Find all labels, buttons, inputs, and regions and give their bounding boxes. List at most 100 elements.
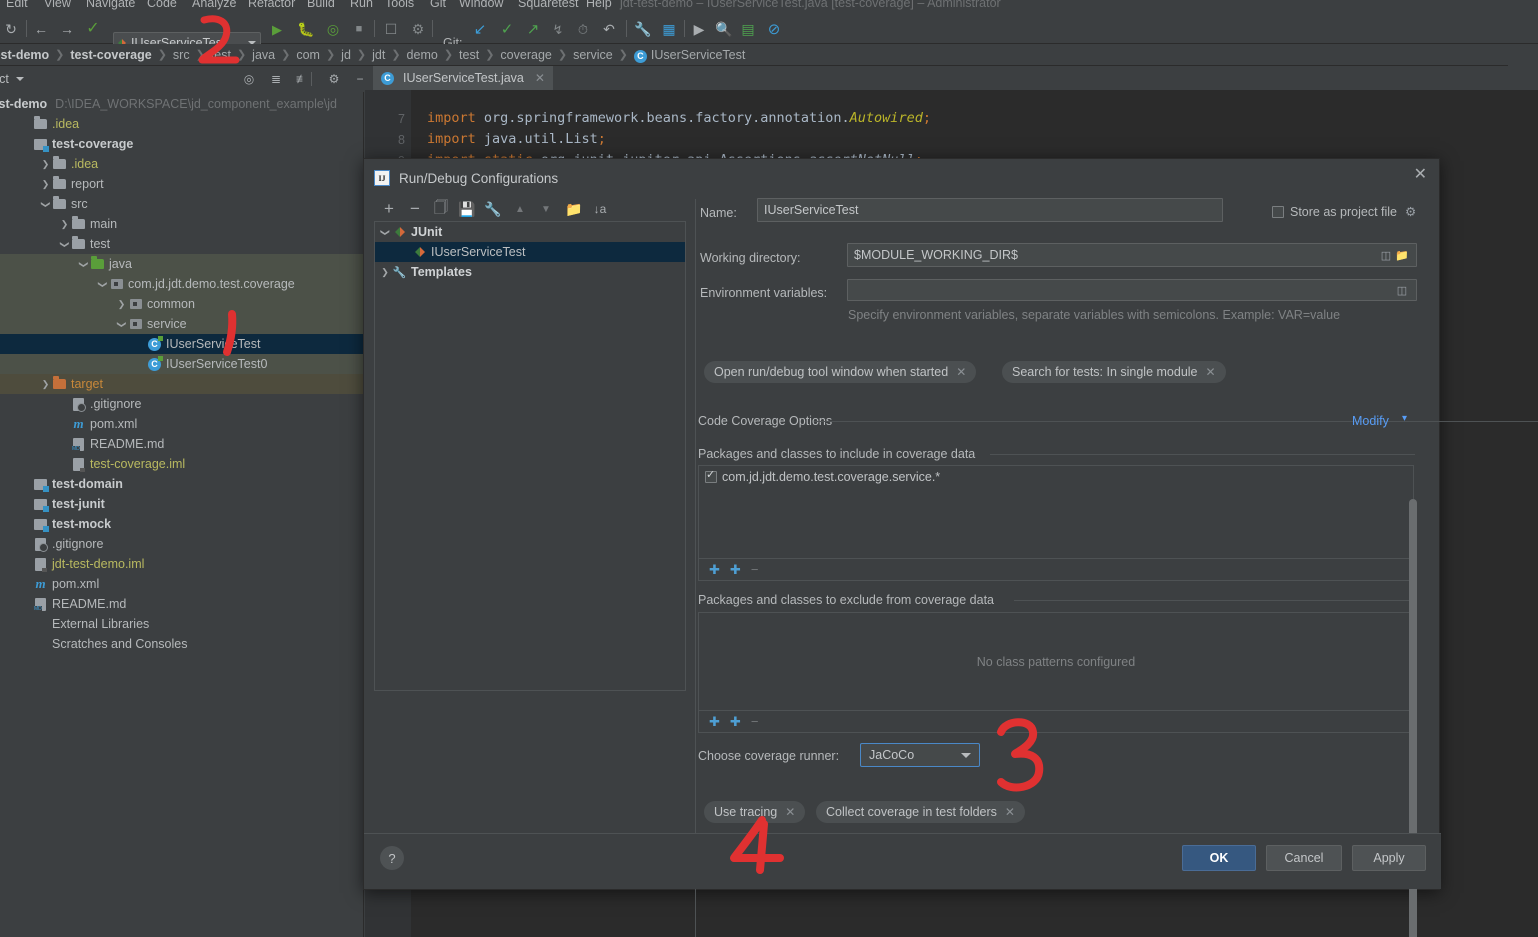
- close-icon[interactable]: ✕: [956, 365, 966, 379]
- breadcrumb-item[interactable]: java: [252, 48, 275, 62]
- tree-row-iuserservicetest0[interactable]: C IUserServiceTest0: [0, 354, 364, 374]
- include-patterns-list[interactable]: com.jd.jdt.demo.test.coverage.service.*: [698, 465, 1414, 559]
- branch-icon[interactable]: ↯: [549, 20, 567, 38]
- environment-variables-field[interactable]: ◫: [847, 279, 1417, 301]
- browse-folder-icon[interactable]: 📁: [1394, 249, 1410, 262]
- chevron-down-icon[interactable]: ▾: [1402, 413, 1407, 424]
- working-directory-field[interactable]: $MODULE_WORKING_DIR$ ◫ 📁: [847, 243, 1417, 267]
- push-icon[interactable]: ↗: [524, 20, 542, 38]
- copy-icon[interactable]: 🗍: [431, 199, 451, 219]
- tree-row-report[interactable]: ❯ report: [0, 174, 364, 194]
- rollback-icon[interactable]: ↶: [600, 20, 618, 38]
- tree-row-test-coverage-iml[interactable]: test-coverage.iml: [0, 454, 364, 474]
- cancel-button[interactable]: Cancel: [1266, 845, 1342, 871]
- search-icon[interactable]: 🔍: [715, 20, 733, 38]
- tree-row--gitignore[interactable]: .gitignore: [0, 394, 364, 414]
- breadcrumb-item[interactable]: jdt: [372, 48, 385, 62]
- breadcrumb-item[interactable]: test: [211, 48, 231, 62]
- chevron-right-icon[interactable]: ❯: [40, 159, 51, 170]
- move-up-icon[interactable]: ▲: [510, 199, 530, 219]
- checkbox-box[interactable]: [705, 468, 717, 483]
- checkbox-box[interactable]: [1272, 205, 1284, 218]
- squaretest-icon[interactable]: ▤: [739, 20, 757, 38]
- chevron-down-icon[interactable]: ❯: [380, 224, 391, 240]
- remove-icon[interactable]: −: [751, 714, 759, 729]
- tree-row-scratches-and-consoles[interactable]: Scratches and Consoles: [0, 634, 364, 654]
- breadcrumb-item[interactable]: C IUserServiceTest: [633, 48, 745, 63]
- tree-row-common[interactable]: ❯ common: [0, 294, 364, 314]
- config-row-iuserservicetest[interactable]: IUserServiceTest: [375, 242, 685, 262]
- tree-row-test-coverage[interactable]: test-coverage: [0, 134, 364, 154]
- run-with-coverage-icon[interactable]: ◎: [324, 20, 342, 38]
- chevron-right-icon[interactable]: ❯: [40, 379, 51, 390]
- config-row-templates[interactable]: ❯ 🔧 Templates: [375, 262, 685, 282]
- device-manager-icon[interactable]: ⚙: [409, 20, 427, 38]
- breadcrumb-item[interactable]: com: [296, 48, 320, 62]
- chevron-down-icon[interactable]: ❯: [40, 199, 51, 210]
- tree-row-readme-md[interactable]: README.md: [0, 594, 364, 614]
- menu-item-analyze[interactable]: Analyze: [192, 0, 236, 10]
- editor-tab-iuserservicetest[interactable]: C IUserServiceTest.java ✕: [373, 66, 553, 90]
- update-project-icon[interactable]: ↙: [471, 20, 489, 38]
- phone-icon[interactable]: ☐: [382, 20, 400, 38]
- menu-item-refactor[interactable]: Refactor: [248, 0, 295, 10]
- edit-templates-icon[interactable]: 🔧: [483, 199, 503, 219]
- close-icon[interactable]: ✕: [1005, 805, 1015, 819]
- chip-search-for-tests[interactable]: Search for tests: In single module ✕: [1002, 361, 1226, 383]
- tree-row--idea[interactable]: ❯ .idea: [0, 154, 364, 174]
- tree-row-test[interactable]: ❯ test: [0, 234, 364, 254]
- chevron-down-icon[interactable]: [15, 77, 24, 81]
- tree-row-readme-md[interactable]: README.md: [0, 434, 364, 454]
- help-button[interactable]: ?: [380, 846, 404, 870]
- add-package-icon[interactable]: ✚: [709, 714, 720, 730]
- breadcrumb-item[interactable]: demo: [407, 48, 438, 62]
- commit-icon[interactable]: ✓: [498, 20, 516, 38]
- hide-icon[interactable]: −: [352, 71, 368, 87]
- move-into-folder-icon[interactable]: 📁: [564, 199, 584, 219]
- tree-row--gitignore[interactable]: .gitignore: [0, 534, 364, 554]
- close-icon[interactable]: ✕: [1206, 365, 1216, 379]
- chevron-down-icon[interactable]: ❯: [97, 279, 108, 290]
- project-root-row[interactable]: jdt-test-demo D:\IDEA_WORKSPACE\jd_compo…: [0, 94, 337, 114]
- modify-link[interactable]: Modify: [1352, 414, 1389, 428]
- collapse-all-icon[interactable]: ≢: [294, 71, 310, 87]
- sort-alphabetically-icon[interactable]: ↓a: [590, 199, 610, 219]
- tree-row-src[interactable]: ❯ src: [0, 194, 364, 214]
- tree-row-external-libraries[interactable]: External Libraries: [0, 614, 364, 634]
- tree-row-java[interactable]: ❯ java: [0, 254, 364, 274]
- edit-env-vars-icon[interactable]: ◫: [1394, 284, 1410, 297]
- chevron-down-icon[interactable]: ❯: [116, 319, 127, 330]
- store-as-project-file-checkbox[interactable]: Store as project file ⚙: [1272, 204, 1416, 219]
- breadcrumb-item[interactable]: jd: [341, 48, 351, 62]
- name-field[interactable]: IUserServiceTest: [757, 198, 1223, 222]
- run-icon[interactable]: ▶: [268, 20, 286, 38]
- add-class-icon[interactable]: ✚: [730, 562, 741, 578]
- chevron-down-icon[interactable]: ❯: [78, 259, 89, 270]
- debug-icon[interactable]: 🐛: [297, 20, 315, 38]
- tree-row-pom-xml[interactable]: m pom.xml: [0, 414, 364, 434]
- breadcrumb-item[interactable]: src: [173, 48, 190, 62]
- sync-icon[interactable]: ↻: [2, 20, 20, 38]
- close-icon[interactable]: ✕: [535, 71, 545, 85]
- menu-item-navigate[interactable]: Navigate: [86, 0, 135, 10]
- menu-item-git[interactable]: Git: [430, 0, 446, 10]
- chevron-right-icon[interactable]: ❯: [377, 267, 393, 278]
- menu-item-build[interactable]: Build: [307, 0, 335, 10]
- breadcrumb-item[interactable]: coverage: [500, 48, 551, 62]
- stop-icon[interactable]: ■: [350, 20, 368, 38]
- chip-use-tracing[interactable]: Use tracing ✕: [704, 801, 806, 823]
- save-icon[interactable]: 💾: [457, 199, 477, 219]
- forward-arrow-icon[interactable]: →: [58, 20, 76, 38]
- config-row-junit[interactable]: ❯ JUnit: [375, 222, 685, 242]
- gear-icon[interactable]: ⚙: [326, 71, 342, 87]
- history-icon[interactable]: ⏱: [574, 20, 592, 38]
- exclude-patterns-list[interactable]: No class patterns configured: [698, 612, 1414, 711]
- tree-row-service[interactable]: ❯ service: [0, 314, 364, 334]
- menu-item-run[interactable]: Run: [350, 0, 373, 10]
- coverage-runner-select[interactable]: JaCoCo: [860, 743, 980, 767]
- add-class-icon[interactable]: ✚: [730, 714, 741, 730]
- chevron-right-icon[interactable]: ❯: [40, 179, 51, 190]
- locate-file-icon[interactable]: ◎: [241, 71, 257, 87]
- menu-item-window[interactable]: Window: [459, 0, 503, 10]
- macro-list-icon[interactable]: ◫: [1378, 249, 1394, 262]
